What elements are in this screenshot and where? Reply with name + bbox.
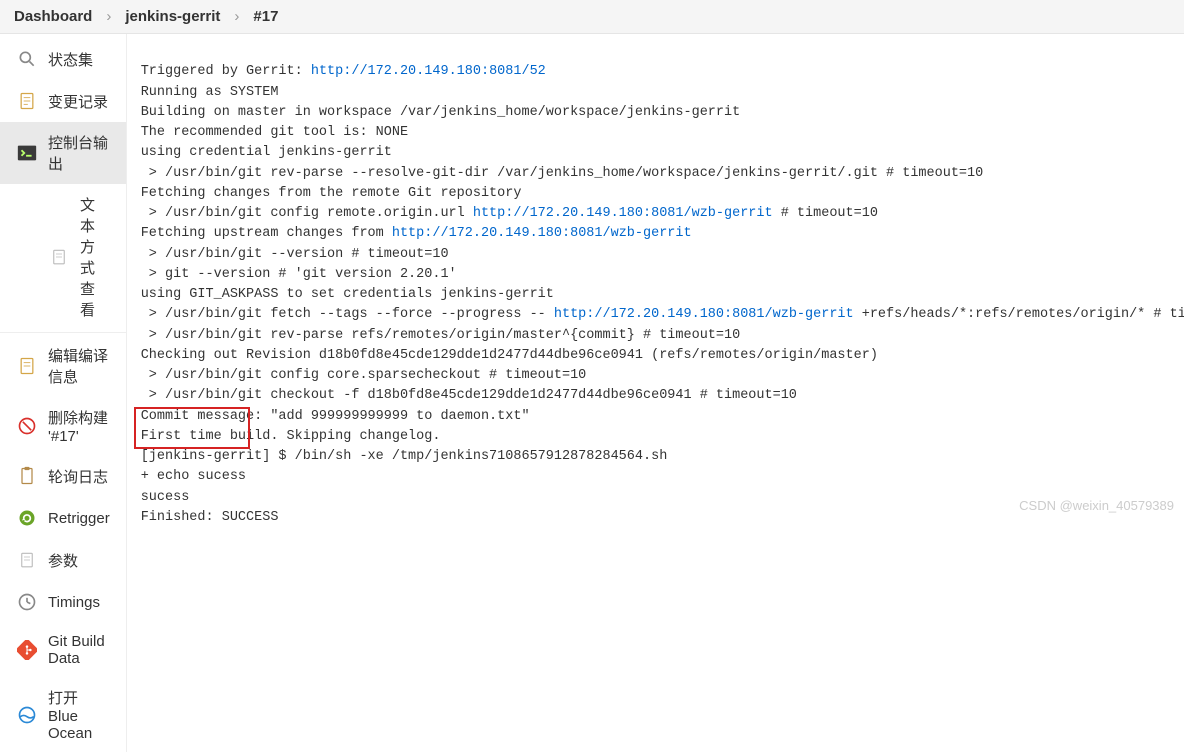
clock-icon — [16, 591, 38, 613]
divider — [0, 332, 126, 333]
log-line: Building on master in workspace /var/jen… — [141, 105, 741, 120]
sidebar-item-retrigger[interactable]: Retrigger — [0, 497, 126, 539]
notepad-icon — [16, 355, 38, 377]
log-line: Fetching upstream changes from — [141, 226, 392, 241]
sidebar-item-label: 变更记录 — [48, 91, 108, 112]
document-icon — [48, 246, 70, 268]
document-icon — [16, 549, 38, 571]
sidebar-item-status[interactable]: 状态集 — [0, 38, 126, 80]
breadcrumb-build[interactable]: #17 — [253, 8, 278, 25]
log-line: Finished: SUCCESS — [141, 510, 279, 525]
delete-icon — [16, 415, 38, 437]
log-line: + echo sucess — [141, 469, 246, 484]
log-line: > /usr/bin/git fetch --tags --force --pr… — [141, 307, 554, 322]
breadcrumb-job[interactable]: jenkins-gerrit — [125, 8, 220, 25]
notepad-icon — [16, 90, 38, 112]
retrigger-icon — [16, 507, 38, 529]
log-line: using GIT_ASKPASS to set credentials jen… — [141, 287, 554, 302]
log-line: > git --version # 'git version 2.20.1' — [141, 267, 457, 282]
log-line: +refs/heads/*:refs/remotes/origin/* # ti… — [854, 307, 1184, 322]
sidebar-item-timings[interactable]: Timings — [0, 581, 126, 623]
log-line: Fetching changes from the remote Git rep… — [141, 186, 522, 201]
log-link[interactable]: http://172.20.149.180:8081/52 — [311, 64, 546, 79]
sidebar: 状态集 变更记录 控制台输出 文本方式查看 编辑编译信息 删除构建 '#17' … — [0, 34, 127, 752]
log-line: > /usr/bin/git rev-parse --resolve-git-d… — [141, 166, 984, 181]
sidebar-item-label: 删除构建 '#17' — [48, 407, 110, 445]
sidebar-item-label: Retrigger — [48, 510, 110, 527]
log-line: Triggered by Gerrit: — [141, 64, 311, 79]
log-line: Running as SYSTEM — [141, 85, 279, 100]
sidebar-item-label: Timings — [48, 594, 100, 611]
log-line: sucess — [141, 490, 190, 505]
watermark: CSDN @weixin_40579389 — [1019, 498, 1174, 513]
log-line: > /usr/bin/git rev-parse refs/remotes/or… — [141, 328, 741, 343]
sidebar-item-label: 文本方式查看 — [80, 194, 110, 320]
blue-ocean-icon — [16, 704, 38, 726]
log-line: > /usr/bin/git config remote.origin.url — [141, 206, 473, 221]
breadcrumb-dashboard[interactable]: Dashboard — [14, 8, 92, 25]
log-line: > /usr/bin/git config core.sparsecheckou… — [141, 368, 587, 383]
log-line: Checking out Revision d18b0fd8e45cde129d… — [141, 348, 878, 363]
log-line: > /usr/bin/git --version # timeout=10 — [141, 247, 449, 262]
sidebar-item-parameters[interactable]: 参数 — [0, 539, 126, 581]
sidebar-item-label: 打开 Blue Ocean — [48, 687, 110, 742]
sidebar-item-label: 状态集 — [48, 49, 93, 70]
log-line: [jenkins-gerrit] $ /bin/sh -xe /tmp/jenk… — [141, 449, 668, 464]
breadcrumb: Dashboard › jenkins-gerrit › #17 — [0, 0, 1184, 34]
log-line: using credential jenkins-gerrit — [141, 145, 392, 160]
log-link[interactable]: http://172.20.149.180:8081/wzb-gerrit — [554, 307, 854, 322]
log-line: The recommended git tool is: NONE — [141, 125, 408, 140]
log-line: > /usr/bin/git checkout -f d18b0fd8e45cd… — [141, 388, 797, 403]
sidebar-item-label: 编辑编译信息 — [48, 345, 110, 387]
log-link[interactable]: http://172.20.149.180:8081/wzb-gerrit — [473, 206, 773, 221]
sidebar-item-label: 轮询日志 — [48, 466, 108, 487]
log-link[interactable]: http://172.20.149.180:8081/wzb-gerrit — [392, 226, 692, 241]
sidebar-item-label: 参数 — [48, 550, 78, 571]
terminal-icon — [16, 142, 38, 164]
sidebar-item-polling-log[interactable]: 轮询日志 — [0, 455, 126, 497]
sidebar-item-changes[interactable]: 变更记录 — [0, 80, 126, 122]
clipboard-icon — [16, 465, 38, 487]
log-line: # timeout=10 — [773, 206, 878, 221]
sidebar-item-label: 控制台输出 — [48, 132, 110, 174]
sidebar-item-edit-build-info[interactable]: 编辑编译信息 — [0, 335, 126, 397]
chevron-right-icon: › — [106, 8, 111, 25]
console-output: Triggered by Gerrit: http://172.20.149.1… — [127, 34, 1184, 752]
sidebar-item-label: Git Build Data — [48, 633, 110, 667]
sidebar-item-blue-ocean[interactable]: 打开 Blue Ocean — [0, 677, 126, 752]
git-icon — [16, 639, 38, 661]
sidebar-item-console-text[interactable]: 文本方式查看 — [0, 184, 126, 330]
search-icon — [16, 48, 38, 70]
chevron-right-icon: › — [234, 8, 239, 25]
sidebar-item-console[interactable]: 控制台输出 — [0, 122, 126, 184]
annotation-box — [134, 407, 250, 449]
sidebar-item-delete-build[interactable]: 删除构建 '#17' — [0, 397, 126, 455]
sidebar-item-git-build-data[interactable]: Git Build Data — [0, 623, 126, 677]
